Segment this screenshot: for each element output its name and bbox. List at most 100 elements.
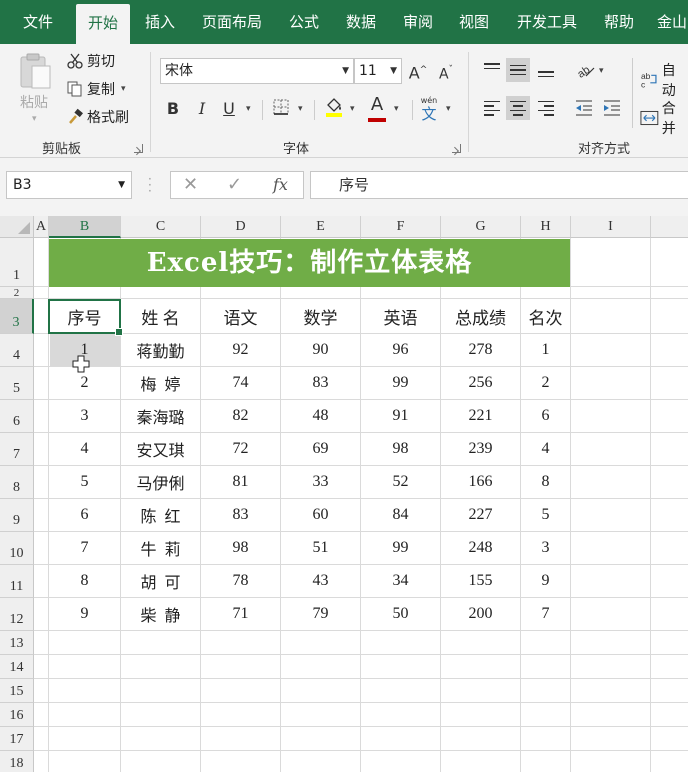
cell-chinese[interactable]: 81: [201, 466, 280, 498]
clipboard-launcher-icon[interactable]: [134, 144, 143, 153]
cell-name[interactable]: 胡 可: [121, 565, 200, 597]
copy-button[interactable]: 复制 ▾: [66, 78, 126, 100]
row-header-15[interactable]: 15: [0, 679, 34, 703]
cell-total[interactable]: 227: [441, 499, 520, 531]
underline-dropdown-icon[interactable]: ▾: [246, 104, 251, 114]
column-header-f[interactable]: F: [361, 216, 441, 238]
row-header-10[interactable]: 10: [0, 532, 34, 565]
name-box[interactable]: B3 ▼: [6, 171, 132, 199]
active-cell-selection[interactable]: [48, 299, 123, 336]
cell-english[interactable]: 99: [361, 532, 440, 564]
cell-chinese[interactable]: 72: [201, 433, 280, 465]
cell-total[interactable]: 155: [441, 565, 520, 597]
sheet-title-cell[interactable]: Excel技巧：制作立体表格: [49, 239, 570, 287]
cell-total[interactable]: 248: [441, 532, 520, 564]
cell-english[interactable]: 91: [361, 400, 440, 432]
spreadsheet-grid[interactable]: A B C D E F G H I 1 2 3 4 5 6 7 8 9 10 1…: [0, 216, 688, 772]
font-name-select[interactable]: 宋体 ▼: [160, 58, 354, 84]
column-header-e[interactable]: E: [281, 216, 361, 238]
tab-file[interactable]: 文件: [10, 0, 66, 44]
cell-name[interactable]: 蒋勤勤: [121, 334, 200, 366]
column-header-a[interactable]: A: [34, 216, 49, 238]
cell-math[interactable]: 69: [281, 433, 360, 465]
header-cell-english[interactable]: 英语: [361, 299, 440, 333]
fill-color-button[interactable]: [322, 96, 346, 120]
row-header-18[interactable]: 18: [0, 751, 34, 772]
bold-button[interactable]: B: [163, 98, 183, 122]
font-launcher-icon[interactable]: [452, 144, 461, 153]
tab-review[interactable]: 审阅: [394, 0, 442, 44]
cell-math[interactable]: 51: [281, 532, 360, 564]
cell-math[interactable]: 90: [281, 334, 360, 366]
font-size-select[interactable]: 11 ▼: [354, 58, 402, 84]
cell-name[interactable]: 马伊俐: [121, 466, 200, 498]
cell-seq[interactable]: 6: [49, 499, 120, 531]
tab-formulas[interactable]: 公式: [280, 0, 328, 44]
tab-data[interactable]: 数据: [336, 0, 386, 44]
column-header-d[interactable]: D: [201, 216, 281, 238]
cell-name[interactable]: 柴 静: [121, 598, 200, 630]
cell-chinese[interactable]: 92: [201, 334, 280, 366]
cell-name[interactable]: 牛 莉: [121, 532, 200, 564]
enter-icon[interactable]: ✓: [227, 174, 242, 195]
column-header-h[interactable]: H: [521, 216, 571, 238]
wrap-text-button[interactable]: ab c 自动: [640, 60, 688, 100]
borders-dropdown-icon[interactable]: ▾: [298, 104, 303, 114]
cell-english[interactable]: 96: [361, 334, 440, 366]
cell-rank[interactable]: 4: [521, 433, 570, 465]
cell-rank[interactable]: 9: [521, 565, 570, 597]
cell-chinese[interactable]: 98: [201, 532, 280, 564]
cell-total[interactable]: 278: [441, 334, 520, 366]
orientation-dropdown-icon[interactable]: ▾: [599, 66, 604, 76]
tab-developer[interactable]: 开发工具: [508, 0, 586, 44]
align-bottom-button[interactable]: [534, 58, 558, 82]
row-header-8[interactable]: 8: [0, 466, 34, 499]
cell-rank[interactable]: 3: [521, 532, 570, 564]
cell-rank[interactable]: 2: [521, 367, 570, 399]
row-header-16[interactable]: 16: [0, 703, 34, 727]
cell-name[interactable]: 秦海璐: [121, 400, 200, 432]
cell-chinese[interactable]: 78: [201, 565, 280, 597]
cell-rank[interactable]: 6: [521, 400, 570, 432]
tab-view[interactable]: 视图: [450, 0, 498, 44]
cut-button[interactable]: 剪切: [66, 50, 115, 72]
row-header-6[interactable]: 6: [0, 400, 34, 433]
select-all-button[interactable]: [0, 216, 34, 238]
cell-math[interactable]: 79: [281, 598, 360, 630]
row-header-12[interactable]: 12: [0, 598, 34, 631]
increase-indent-button[interactable]: [600, 96, 624, 120]
header-cell-math[interactable]: 数学: [281, 299, 360, 333]
tab-page-layout[interactable]: 页面布局: [192, 0, 272, 44]
tab-insert[interactable]: 插入: [136, 0, 184, 44]
phonetic-dropdown-icon[interactable]: ▾: [446, 104, 451, 114]
cancel-icon[interactable]: ✕: [183, 174, 198, 195]
row-header-4[interactable]: 4: [0, 334, 34, 367]
cell-total[interactable]: 239: [441, 433, 520, 465]
decrease-font-button[interactable]: Aˇ: [436, 59, 456, 83]
row-header-3[interactable]: 3: [0, 299, 34, 334]
font-color-button[interactable]: A: [366, 94, 388, 122]
increase-font-button[interactable]: A^: [408, 59, 428, 83]
cell-name[interactable]: 安又琪: [121, 433, 200, 465]
cell-seq[interactable]: 3: [49, 400, 120, 432]
cell-total[interactable]: 256: [441, 367, 520, 399]
cell-english[interactable]: 99: [361, 367, 440, 399]
underline-button[interactable]: U: [219, 98, 239, 122]
row-header-2[interactable]: 2: [0, 287, 34, 299]
align-right-button[interactable]: [534, 96, 558, 120]
insert-function-icon[interactable]: fx: [273, 175, 288, 194]
cell-english[interactable]: 84: [361, 499, 440, 531]
header-cell-name[interactable]: 姓 名: [121, 299, 200, 333]
phonetic-guide-button[interactable]: wén 文: [418, 96, 440, 122]
cell-math[interactable]: 60: [281, 499, 360, 531]
cell-english[interactable]: 52: [361, 466, 440, 498]
column-header-partial[interactable]: [651, 216, 688, 238]
format-painter-button[interactable]: 格式刷: [66, 106, 129, 128]
row-header-17[interactable]: 17: [0, 727, 34, 751]
tab-help[interactable]: 帮助: [596, 0, 642, 44]
drag-handle-icon[interactable]: · · ·: [148, 173, 152, 197]
cell-total[interactable]: 166: [441, 466, 520, 498]
column-header-i[interactable]: I: [571, 216, 651, 238]
cell-chinese[interactable]: 82: [201, 400, 280, 432]
column-header-b[interactable]: B: [49, 216, 121, 238]
